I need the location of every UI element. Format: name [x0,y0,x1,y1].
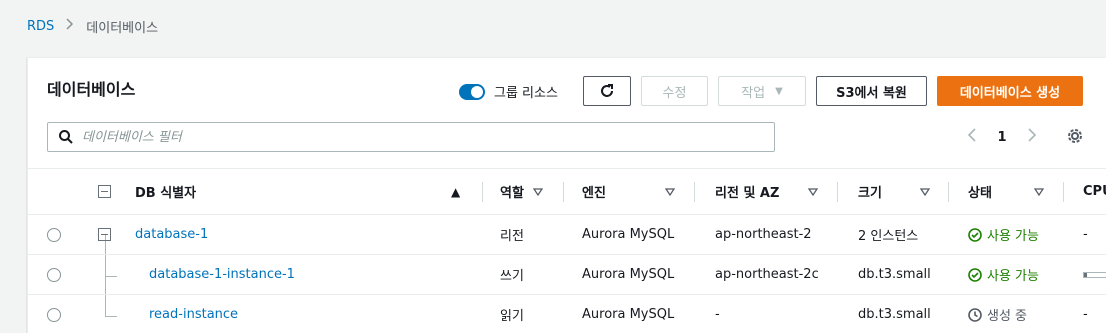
page-number[interactable]: 1 [980,130,1024,145]
caret-down-icon: ▼ [775,85,783,97]
check-circle-icon [968,227,982,242]
size-cell: db.t3.small [858,267,931,282]
row-radio[interactable] [47,295,61,333]
sort-ascending-icon[interactable]: ▲ [451,169,460,214]
col-db-id[interactable]: DB 식별자 [135,169,196,214]
status-text: 생성 중 [987,309,1028,324]
actions-label: 작업 [741,85,766,101]
refresh-button[interactable] [583,76,631,106]
status-badge: 사용 가능 [968,255,1039,294]
collapse-row-icon[interactable] [98,215,111,254]
region-cell: ap-northeast-2c [715,267,819,282]
databases-panel: 데이터베이스 그룹 리소스 수정 작업 ▼ S3에서 복원 데이터베이스 생성 … [27,57,1106,333]
actions-dropdown[interactable]: 작업 ▼ [718,76,806,106]
region-cell: ap-northeast-2 [715,227,812,242]
databases-table: DB 식별자 ▲ 역할 엔진 리전 및 AZ 크기 상태 CP database… [28,168,1106,333]
size-cell: 2 인스턴스 [858,229,919,244]
region-cell: - [715,307,720,322]
collapse-all-icon[interactable] [98,185,111,198]
status-text: 사용 가능 [987,269,1039,284]
restore-from-s3-button[interactable]: S3에서 복원 [816,76,927,106]
filter-search[interactable] [47,122,775,152]
search-icon [59,130,73,144]
check-circle-icon [968,267,982,282]
engine-cell: Aurora MySQL [582,227,675,242]
select-all-checkbox[interactable] [98,169,111,214]
status-text: 사용 가능 [987,229,1039,244]
pagination: 1 [964,126,1040,148]
col-status[interactable]: 상태 [968,169,992,214]
sort-icon[interactable] [665,169,675,214]
row-radio[interactable] [47,255,61,294]
size-cell: db.t3.small [858,307,931,322]
role-cell: 읽기 [500,309,524,324]
status-badge: 사용 가능 [968,215,1039,254]
breadcrumb-current: 데이터베이스 [86,20,159,36]
refresh-icon [601,84,613,97]
edit-button[interactable]: 수정 [641,76,708,106]
db-id-link[interactable]: database-1-instance-1 [149,255,295,294]
table-row[interactable]: database-1 리전 Aurora MySQL ap-northeast-… [28,215,1106,255]
chevron-right-icon [66,18,74,34]
sort-icon[interactable] [920,169,930,214]
prev-page-icon[interactable] [964,127,980,148]
clock-icon [968,307,982,322]
sort-icon[interactable] [1034,169,1044,214]
engine-cell: Aurora MySQL [582,307,675,322]
table-header: DB 식별자 ▲ 역할 엔진 리전 및 AZ 크기 상태 CP [28,169,1106,215]
col-cpu[interactable]: CPU [1083,169,1106,214]
col-engine[interactable]: 엔진 [582,169,606,214]
cpu-usage-bar [1083,255,1106,294]
cpu-cell: - [1083,307,1088,322]
role-cell: 쓰기 [500,269,524,284]
cpu-cell: - [1083,227,1088,242]
search-input[interactable] [82,129,774,145]
toggle-switch[interactable] [459,83,485,100]
engine-cell: Aurora MySQL [582,267,675,282]
sort-icon[interactable] [533,169,543,214]
group-resources-toggle[interactable]: 그룹 리소스 [459,82,558,101]
table-row[interactable]: database-1-instance-1 쓰기 Aurora MySQL ap… [28,255,1106,295]
col-region[interactable]: 리전 및 AZ [715,169,779,214]
breadcrumb: RDS 데이터베이스 [27,16,158,36]
breadcrumb-rds-link[interactable]: RDS [27,19,54,34]
toggle-label: 그룹 리소스 [494,86,558,101]
create-database-button[interactable]: 데이터베이스 생성 [937,76,1083,106]
db-id-link[interactable]: read-instance [149,295,238,333]
role-cell: 리전 [500,229,524,244]
page-title: 데이터베이스 [47,80,136,99]
next-page-icon[interactable] [1024,127,1040,148]
table-row[interactable]: read-instance 읽기 Aurora MySQL - db.t3.sm… [28,295,1106,333]
gear-icon[interactable] [1066,127,1084,145]
col-role[interactable]: 역할 [500,169,524,214]
db-id-link[interactable]: database-1 [135,215,208,254]
row-radio[interactable] [47,215,61,254]
status-badge: 생성 중 [968,295,1027,333]
col-size[interactable]: 크기 [858,169,882,214]
sort-icon[interactable] [808,169,818,214]
